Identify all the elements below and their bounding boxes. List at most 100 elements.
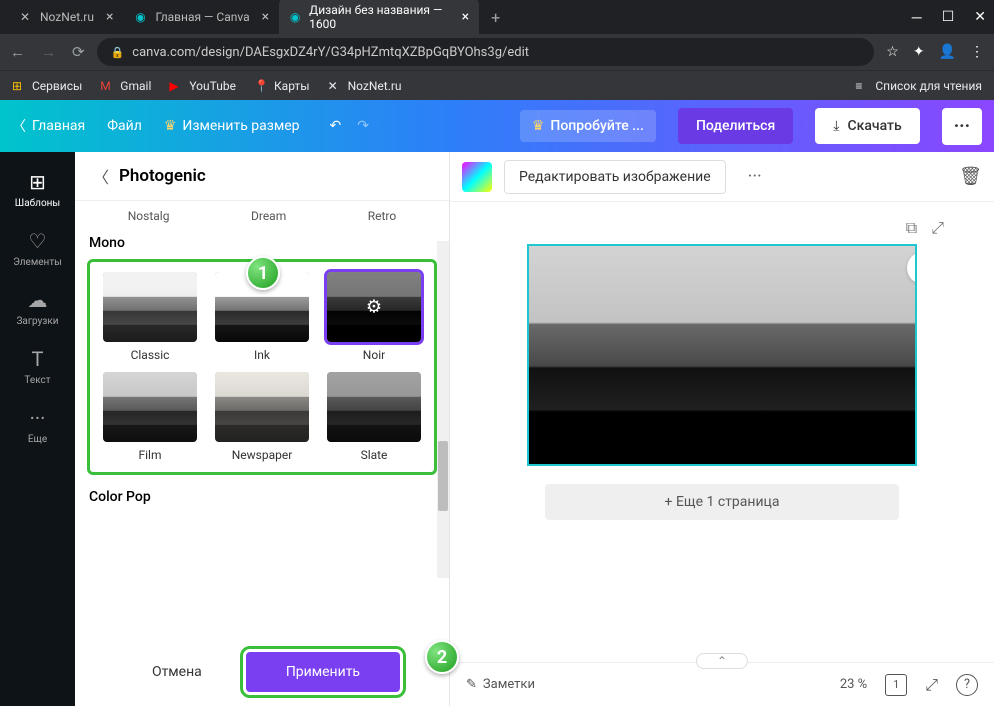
bookmark-gmail[interactable]: MGmail [100,79,151,93]
browser-tab[interactable]: ◉ Главная — Canva × [123,3,279,31]
canva-icon: ◉ [289,10,301,24]
forward-icon[interactable]: → [41,43,56,61]
avatar-icon[interactable]: 👤 [939,44,956,60]
home-button[interactable]: 〈Главная [12,116,85,136]
bookmark-services[interactable]: ⊞Сервисы [12,79,82,93]
close-window-icon[interactable]: ✕ [974,9,986,26]
more-menu-button[interactable]: ··· [942,108,982,145]
rail-uploads[interactable]: ☁Загрузки [0,278,75,337]
close-icon[interactable]: × [106,9,113,25]
chevron-left-icon: 〈 [12,116,26,136]
close-icon[interactable]: × [262,9,269,25]
undo-icon[interactable]: ↶ [330,118,342,134]
filter-film[interactable]: Film [100,372,200,462]
canvas-image[interactable]: ⟳ [527,244,917,466]
filter-grid: Classic Ink ⚙Noir Film Newspaper Slate [87,259,437,475]
expand-pages-icon[interactable]: ⌃ [696,653,748,669]
color-swatch[interactable] [462,162,492,192]
elements-icon: ♡ [29,229,47,253]
add-page-button[interactable]: + Еще 1 страница [545,484,900,520]
filter-noir[interactable]: ⚙Noir [324,272,424,362]
panel-title: Photogenic [119,166,206,186]
page-tools: ⧉ ⤢ [906,218,974,238]
bookmarks-bar: ⊞Сервисы MGmail ▶YouTube 📍Карты ✕NozNet.… [0,70,994,100]
canvas-toolbar: Редактировать изображение ··· 🗑 [450,152,994,202]
redo-icon[interactable]: ↷ [357,118,369,134]
download-button[interactable]: ⤓Скачать [815,108,919,144]
more-icon[interactable]: ··· [738,160,772,193]
fullscreen-icon[interactable]: ⤢ [925,675,938,695]
uploads-icon: ☁ [28,288,48,312]
close-icon[interactable]: × [462,9,469,25]
crown-icon: ♛ [164,118,177,134]
reading-list[interactable]: ≡Список для чтения [855,79,982,93]
trash-icon[interactable]: 🗑 [959,166,982,187]
help-icon[interactable]: ? [956,674,978,696]
pencil-icon: ✎ [466,677,477,692]
rail-text[interactable]: TТекст [0,337,75,396]
templates-icon: ⊞ [29,170,46,194]
scrollbar[interactable] [437,241,449,578]
file-menu[interactable]: Файл [107,118,142,134]
section-mono: Mono [87,231,437,259]
bookmark-noznet[interactable]: ✕NozNet.ru [328,79,402,93]
section-colorpop: Color Pop [87,485,437,513]
panel-footer: Отмена Применить [75,638,449,706]
notes-button[interactable]: ✎Заметки [466,677,535,692]
panel-header: 〈 Photogenic [75,152,449,201]
star-icon[interactable]: ☆ [886,44,899,60]
duplicate-icon[interactable]: ⧉ [906,218,917,238]
rail-templates[interactable]: ⊞Шаблоны [0,160,75,219]
filter-classic[interactable]: Classic [100,272,200,362]
url-input[interactable]: 🔒 canva.com/design/DAEsgxDZ4rY/G34pHZmtq… [97,38,875,66]
browser-tab-active[interactable]: ◉ Дизайн без названия — 1600 × [279,0,479,37]
more-icon: ··· [30,406,46,430]
canvas-area: Редактировать изображение ··· 🗑 ⧉ ⤢ ⟳ + … [450,152,994,706]
browser-titlebar: ✕ NozNet.ru × ◉ Главная — Canva × ◉ Диза… [0,0,994,34]
previous-filter-row: Nostalg Dream Retro [87,207,437,231]
back-icon[interactable]: 〈 [93,164,109,188]
text-icon: T [32,347,44,371]
window-controls: ─ ☐ ✕ [912,9,986,26]
annotation-1: 1 [246,256,280,290]
bookmark-youtube[interactable]: ▶YouTube [169,79,236,93]
cancel-button[interactable]: Отмена [124,652,230,692]
app-topbar: 〈Главная Файл ♛Изменить размер ↶ ↷ ♛Попр… [0,100,994,152]
browser-addressbar: ← → ⟳ 🔒 canva.com/design/DAEsgxDZ4rY/G34… [0,34,994,70]
filter-slate[interactable]: Slate [324,372,424,462]
main-area: ⊞Шаблоны ♡Элементы ☁Загрузки TТекст ···Е… [0,152,994,706]
zoom-control[interactable]: 23 % [840,677,867,692]
bookmark-maps[interactable]: 📍Карты [254,79,310,93]
tab-title: Главная — Canva [155,10,249,24]
crown-icon: ♛ [532,118,545,134]
left-rail: ⊞Шаблоны ♡Элементы ☁Загрузки TТекст ···Е… [0,152,75,706]
canva-icon: ◉ [133,10,147,24]
canvas-viewport[interactable]: ⧉ ⤢ ⟳ + Еще 1 страница [450,202,994,706]
resize-button[interactable]: ♛Изменить размер [164,118,300,134]
bottom-bar: ⌃ ✎Заметки 23 % 1 ⤢ ? [450,662,994,706]
share-button[interactable]: Поделиться [678,108,793,144]
extensions-icon[interactable]: ✦ [913,44,925,60]
minimize-icon[interactable]: ─ [912,9,922,26]
apply-button[interactable]: Применить [246,652,400,692]
sliders-icon: ⚙ [366,297,382,318]
reload-icon[interactable]: ⟳ [72,43,85,61]
add-icon[interactable]: ⤢ [931,218,944,238]
filter-newspaper[interactable]: Newspaper [212,372,312,462]
maximize-icon[interactable]: ☐ [942,9,955,26]
edit-image-button[interactable]: Редактировать изображение [504,160,726,194]
rail-elements[interactable]: ♡Элементы [0,219,75,278]
annotation-2: 2 [425,640,459,674]
page-indicator[interactable]: 1 [885,674,907,696]
menu-icon[interactable]: ⋮ [970,44,984,60]
tab-title: NozNet.ru [40,10,94,24]
new-tab-button[interactable]: + [479,8,512,27]
rail-more[interactable]: ···Еще [0,396,75,455]
tab-title: Дизайн без названия — 1600 [309,3,449,31]
try-pro-button[interactable]: ♛Попробуйте ... [520,110,656,142]
browser-tab[interactable]: ✕ NozNet.ru × [8,3,123,31]
effects-panel: 〈 Photogenic Nostalg Dream Retro Mono Cl… [75,152,450,706]
back-icon[interactable]: ← [10,43,25,61]
download-icon: ⤓ [833,118,839,134]
url-text: canva.com/design/DAEsgxDZ4rY/G34pHZmtqXZ… [132,45,529,60]
